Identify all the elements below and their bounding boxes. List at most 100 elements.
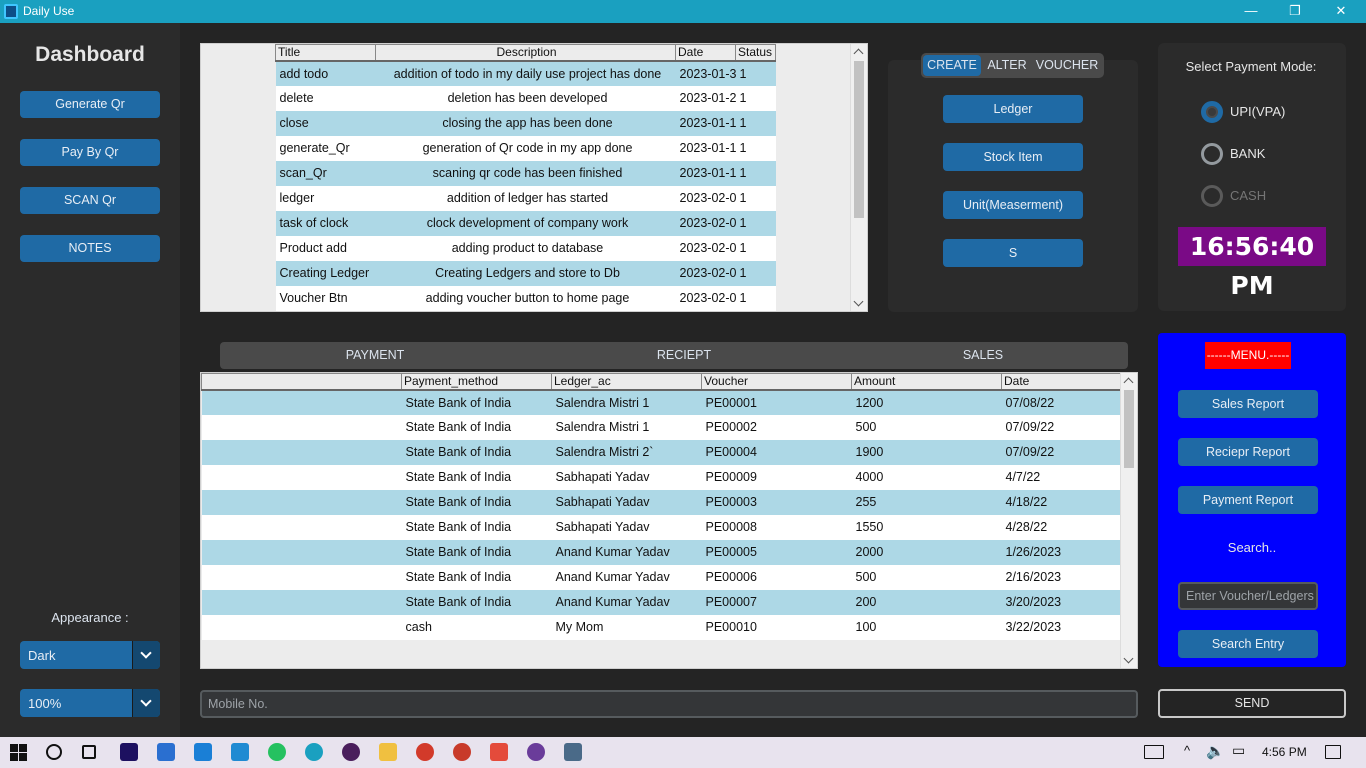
sales-report-button[interactable]: Sales Report	[1178, 390, 1318, 418]
store-icon[interactable]	[157, 743, 175, 761]
scan-qr-button[interactable]: SCAN Qr	[20, 187, 160, 214]
chevron-down-icon[interactable]	[132, 689, 160, 717]
column-header-date[interactable]: Date	[675, 44, 736, 62]
send-button[interactable]: SEND	[1158, 689, 1346, 718]
payment-scrollbar[interactable]	[1120, 373, 1137, 668]
segment-alter[interactable]: ALTER	[983, 55, 1031, 76]
table-row[interactable]: scan_Qr scaning qr code has been finished…	[275, 160, 776, 186]
chrome-alt-icon[interactable]	[453, 743, 471, 761]
table-row[interactable]: task of clock clock development of compan…	[275, 210, 776, 236]
file-explorer-icon[interactable]	[379, 743, 397, 761]
table-row[interactable]: State Bank of India Anand Kumar Yadav PE00…	[201, 539, 1123, 565]
todo-scrollbar[interactable]	[850, 44, 867, 311]
tab-reciept[interactable]: RECIEPT	[530, 342, 838, 369]
table-row[interactable]: Voucher Btn adding voucher button to home…	[275, 285, 776, 311]
column-header-description[interactable]: Description	[375, 44, 676, 62]
table-row[interactable]: State Bank of India Sabhapati Yadav PE0000…	[201, 514, 1123, 540]
column-header-payment-method[interactable]: Payment_method	[401, 373, 552, 391]
column-header-ledger-ac[interactable]: Ledger_ac	[551, 373, 702, 391]
chevron-down-icon[interactable]	[132, 641, 160, 669]
segment-voucher[interactable]: VOUCHER	[1033, 55, 1101, 76]
scroll-up-icon[interactable]	[1123, 377, 1134, 388]
todo-table[interactable]: Title Description Date Status add todo addit…	[275, 44, 776, 311]
column-header-date[interactable]: Date	[1001, 373, 1123, 391]
payment-report-button[interactable]: Payment Report	[1178, 486, 1318, 514]
table-row[interactable]: State Bank of India Sabhapati Yadav PE0000…	[201, 464, 1123, 490]
table-header-row: Title Description Date Status	[275, 44, 776, 62]
table-row[interactable]: Creating Ledger Creating Ledgers and stor…	[275, 260, 776, 286]
table-row[interactable]: State Bank of India Salendra Mistri 1 PE00…	[201, 389, 1123, 415]
keyboard-icon[interactable]	[1144, 745, 1164, 759]
network-icon[interactable]: ▭	[1232, 742, 1245, 759]
table-row[interactable]: ledger addition of ledger has started 2023…	[275, 185, 776, 211]
task-view-icon[interactable]	[82, 745, 96, 759]
stock-item-button[interactable]: Stock Item	[943, 143, 1083, 171]
chrome-icon[interactable]	[416, 743, 434, 761]
table-row[interactable]: State Bank of India Salendra Mistri 1 PE00…	[201, 414, 1123, 440]
tab-sales[interactable]: SALES	[838, 342, 1128, 369]
cell-ledger-ac: My Mom	[551, 614, 702, 640]
app-icon	[4, 4, 18, 19]
mail-icon[interactable]	[194, 743, 212, 761]
table-row[interactable]: generate_Qr generation of Qr code in my a…	[275, 135, 776, 161]
pay-by-qr-button[interactable]: Pay By Qr	[20, 139, 160, 166]
search-entry-button[interactable]: Search Entry	[1178, 630, 1318, 658]
scroll-down-icon[interactable]	[1123, 653, 1134, 664]
column-header-voucher[interactable]: Voucher	[701, 373, 852, 391]
table-row[interactable]: cash My Mom PE00010 100 3/22/2023	[201, 614, 1123, 640]
cell-description: Creating Ledgers and store to Db	[375, 260, 676, 286]
payment-table[interactable]: Payment_method Ledger_ac Voucher Amount Date…	[201, 373, 1123, 640]
notes-button[interactable]: NOTES	[20, 235, 160, 262]
s-button[interactable]: S	[943, 239, 1083, 267]
anydesk-icon[interactable]	[490, 743, 508, 761]
upi-radio[interactable]	[1201, 101, 1223, 123]
mode-segmented-control[interactable]: CREATE ALTER VOUCHER	[921, 53, 1104, 78]
generate-qr-button[interactable]: Generate Qr	[20, 91, 160, 118]
scroll-thumb[interactable]	[1124, 390, 1134, 468]
minimize-button[interactable]: —	[1228, 0, 1274, 23]
column-header-amount[interactable]: Amount	[851, 373, 1002, 391]
media-player-icon[interactable]	[342, 743, 360, 761]
table-row[interactable]: close closing the app has been done 2023-0…	[275, 110, 776, 136]
bank-radio[interactable]	[1201, 143, 1223, 165]
column-header-title[interactable]: Title	[275, 44, 376, 62]
chevron-up-icon[interactable]: ^	[1184, 743, 1190, 758]
github-icon[interactable]	[527, 743, 545, 761]
bank-radio-label[interactable]: BANK	[1230, 146, 1265, 161]
table-row[interactable]: State Bank of India Anand Kumar Yadav PE00…	[201, 589, 1123, 615]
tab-payment[interactable]: PAYMENT	[220, 342, 530, 369]
vscode-icon[interactable]	[231, 743, 249, 761]
windows-start-icon[interactable]	[10, 744, 27, 761]
scroll-up-icon[interactable]	[853, 48, 864, 59]
close-button[interactable]: ✕	[1318, 0, 1364, 23]
premiere-pro-icon[interactable]	[120, 743, 138, 761]
table-row[interactable]: State Bank of India Anand Kumar Yadav PE00…	[201, 564, 1123, 590]
search-circle-icon[interactable]	[46, 744, 62, 760]
scroll-down-icon[interactable]	[853, 296, 864, 307]
reciept-report-button[interactable]: Reciepr Report	[1178, 438, 1318, 466]
upi-radio-label[interactable]: UPI(VPA)	[1230, 104, 1285, 119]
table-row[interactable]: add todo addition of todo in my daily use…	[275, 60, 776, 86]
taskbar-clock[interactable]: 4:56 PM	[1262, 745, 1307, 759]
scroll-thumb[interactable]	[854, 61, 864, 218]
maximize-button[interactable]: ❐	[1272, 0, 1318, 23]
table-row[interactable]: State Bank of India Salendra Mistri 2` PE0…	[201, 439, 1123, 465]
cell-description: clock development of company work	[375, 210, 676, 236]
voucher-search-input[interactable]: Enter Voucher/Ledgers	[1178, 582, 1318, 610]
column-header-index[interactable]	[201, 373, 402, 391]
python-app-icon[interactable]	[564, 743, 582, 761]
edge-icon[interactable]	[305, 743, 323, 761]
table-row[interactable]: State Bank of India Sabhapati Yadav PE0000…	[201, 489, 1123, 515]
speaker-icon[interactable]: 🔈	[1206, 742, 1225, 760]
table-row[interactable]: delete deletion has been developed 2023-01…	[275, 85, 776, 111]
notifications-icon[interactable]	[1325, 745, 1341, 759]
mobile-number-input[interactable]: Mobile No.	[200, 690, 1138, 718]
table-row[interactable]: Product add adding product to database 202…	[275, 235, 776, 261]
unit-measurement-button[interactable]: Unit(Measerment)	[943, 191, 1083, 219]
appearance-select[interactable]: Dark	[20, 641, 160, 669]
ledger-button[interactable]: Ledger	[943, 95, 1083, 123]
segment-create[interactable]: CREATE	[923, 55, 981, 76]
column-header-status[interactable]: Status	[735, 44, 776, 62]
scaling-select[interactable]: 100%	[20, 689, 160, 717]
whatsapp-icon[interactable]	[268, 743, 286, 761]
